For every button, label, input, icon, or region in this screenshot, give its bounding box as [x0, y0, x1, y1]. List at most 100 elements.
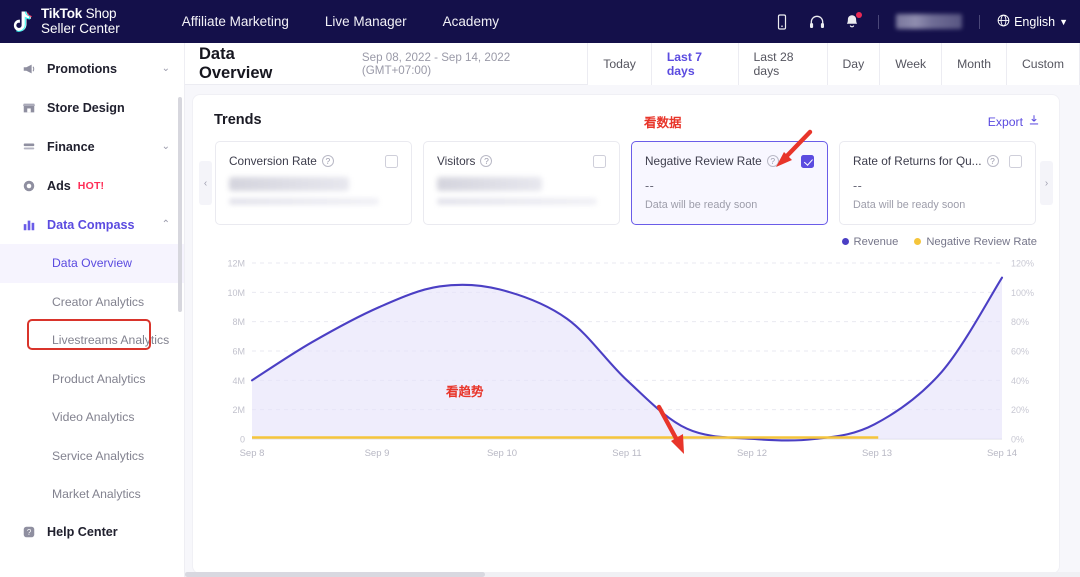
sidebar-item-creator-analytics[interactable]: Creator Analytics	[0, 283, 184, 322]
nav-live-manager[interactable]: Live Manager	[325, 14, 407, 29]
chevron-left-icon[interactable]: ‹	[199, 161, 212, 205]
metric-card-visitors[interactable]: Visitors ?	[423, 141, 620, 225]
metric-value: --	[853, 179, 1022, 193]
sidebar-item-promotions[interactable]: Promotions ⌄	[0, 49, 184, 88]
metric-value-blurred	[437, 177, 542, 191]
ads-icon	[22, 179, 37, 193]
sidebar-item-market-analytics[interactable]: Market Analytics	[0, 475, 184, 514]
metric-checkbox[interactable]	[593, 155, 606, 168]
mobile-icon[interactable]	[773, 13, 791, 31]
sidebar-item-ads[interactable]: Ads HOT!	[0, 166, 184, 205]
tab-last-7-days[interactable]: Last 7 days	[651, 43, 738, 85]
legend-item-negative-review-rate[interactable]: Negative Review Rate	[914, 236, 1037, 248]
wallet-icon	[22, 140, 37, 154]
chevron-up-icon: ⌃	[162, 219, 170, 230]
metric-checkbox[interactable]	[385, 155, 398, 168]
chevron-down-icon: ⌄	[162, 63, 170, 74]
brand-logo[interactable]: TikTok Shop Seller Center	[12, 7, 120, 36]
help-icon[interactable]: ?	[767, 155, 779, 167]
sidebar-item-label: Store Design	[47, 101, 125, 115]
sidebar-item-service-analytics[interactable]: Service Analytics	[0, 437, 184, 476]
bell-icon[interactable]	[843, 13, 861, 31]
brand-line2: Seller Center	[41, 22, 120, 37]
metric-header: Rate of Returns for Qu... ?	[853, 154, 1022, 168]
sidebar-item-data-compass[interactable]: Data Compass ⌃	[0, 205, 184, 244]
metric-title: Visitors	[437, 154, 475, 168]
metric-card-conversion-rate[interactable]: Conversion Rate ?	[215, 141, 412, 225]
metric-card-rate-of-returns[interactable]: Rate of Returns for Qu... ? -- Data will…	[839, 141, 1036, 225]
card-title: Trends	[214, 112, 262, 128]
help-icon[interactable]: ?	[987, 155, 999, 167]
sidebar-scrollbar[interactable]	[178, 97, 182, 312]
legend-item-revenue[interactable]: Revenue	[842, 236, 899, 248]
metric-title: Conversion Rate	[229, 154, 317, 168]
sidebar-item-product-analytics[interactable]: Product Analytics	[0, 360, 184, 399]
nav-academy[interactable]: Academy	[443, 14, 499, 29]
y-axis-right-tick: 80%	[1011, 317, 1029, 327]
tab-last-28-days[interactable]: Last 28 days	[738, 43, 827, 85]
chart-legend: Revenue Negative Review Rate	[842, 236, 1037, 248]
metric-sub-blurred	[229, 198, 379, 205]
tab-today[interactable]: Today	[587, 43, 651, 85]
y-axis-left-tick: 8M	[232, 317, 245, 327]
metric-sub-blurred	[437, 198, 597, 205]
sidebar-item-finance[interactable]: Finance ⌄	[0, 127, 184, 166]
card-header: Trends Export	[193, 95, 1059, 139]
x-axis-tick: Sep 8	[240, 448, 265, 459]
date-range-label: Sep 08, 2022 - Sep 14, 2022 (GMT+07:00)	[362, 51, 573, 77]
tab-month[interactable]: Month	[941, 43, 1006, 85]
x-axis-tick: Sep 13	[862, 448, 892, 459]
y-axis-right-tick: 60%	[1011, 347, 1029, 357]
metric-note: Data will be ready soon	[645, 199, 814, 211]
tab-day[interactable]: Day	[827, 43, 880, 85]
y-axis-left-tick: 4M	[232, 376, 245, 386]
tab-week[interactable]: Week	[879, 43, 941, 85]
sidebar-item-store-design[interactable]: Store Design	[0, 88, 184, 127]
tab-custom[interactable]: Custom	[1006, 43, 1080, 85]
help-icon: ?	[22, 525, 37, 539]
date-range-tabs: Today Last 7 days Last 28 days Day Week …	[587, 43, 1080, 85]
metric-value: --	[645, 179, 814, 193]
sidebar-item-help-center[interactable]: ? Help Center	[0, 514, 184, 550]
sidebar-sub-label: Livestreams Analytics	[52, 333, 169, 347]
metric-card-negative-review-rate[interactable]: Negative Review Rate ? -- Data will be r…	[631, 141, 828, 225]
metric-card-list: ‹ Conversion Rate ? Visitors ?	[215, 141, 1037, 225]
legend-label: Negative Review Rate	[926, 236, 1037, 248]
sidebar-item-label: Help Center	[47, 525, 118, 539]
metric-checkbox[interactable]	[1009, 155, 1022, 168]
export-button[interactable]: Export	[988, 114, 1040, 129]
y-axis-right-tick: 100%	[1011, 288, 1034, 298]
y-axis-right-tick: 40%	[1011, 376, 1029, 386]
metric-header: Conversion Rate ?	[229, 154, 398, 168]
user-account-blurred[interactable]	[896, 14, 962, 29]
divider-1	[878, 15, 879, 29]
language-label: English	[1014, 15, 1055, 29]
top-right-actions: English ▼	[773, 13, 1080, 31]
brand-line1-rest: Shop	[82, 6, 116, 21]
metric-header: Visitors ?	[437, 154, 606, 168]
nav-affiliate-marketing[interactable]: Affiliate Marketing	[182, 14, 289, 29]
help-icon[interactable]: ?	[322, 155, 334, 167]
metric-header: Negative Review Rate ?	[645, 154, 814, 168]
chevron-down-icon: ▼	[1059, 17, 1068, 27]
sidebar-item-data-overview[interactable]: Data Overview	[0, 244, 184, 283]
content-scrollbar[interactable]	[185, 572, 1080, 577]
y-axis-right-tick: 0%	[1011, 435, 1024, 445]
y-axis-left-tick: 2M	[232, 405, 245, 415]
help-icon[interactable]: ?	[480, 155, 492, 167]
sidebar-item-livestreams-analytics[interactable]: Livestreams Analytics	[0, 321, 184, 360]
y-axis-left-tick: 6M	[232, 347, 245, 357]
sidebar-item-video-analytics[interactable]: Video Analytics	[0, 398, 184, 437]
x-axis-tick: Sep 12	[737, 448, 767, 459]
x-axis-tick: Sep 10	[487, 448, 517, 459]
metric-value-blurred	[229, 177, 349, 191]
sidebar-item-label: Promotions	[47, 62, 117, 76]
hot-badge: HOT!	[78, 180, 104, 192]
headset-icon[interactable]	[808, 13, 826, 31]
language-selector[interactable]: English ▼	[997, 14, 1068, 30]
chevron-right-icon[interactable]: ›	[1040, 161, 1053, 205]
top-nav-links: Affiliate Marketing Live Manager Academy	[182, 14, 499, 29]
metric-checkbox[interactable]	[801, 155, 814, 168]
x-axis-tick: Sep 9	[365, 448, 390, 459]
page-title: Data Overview	[199, 45, 308, 83]
